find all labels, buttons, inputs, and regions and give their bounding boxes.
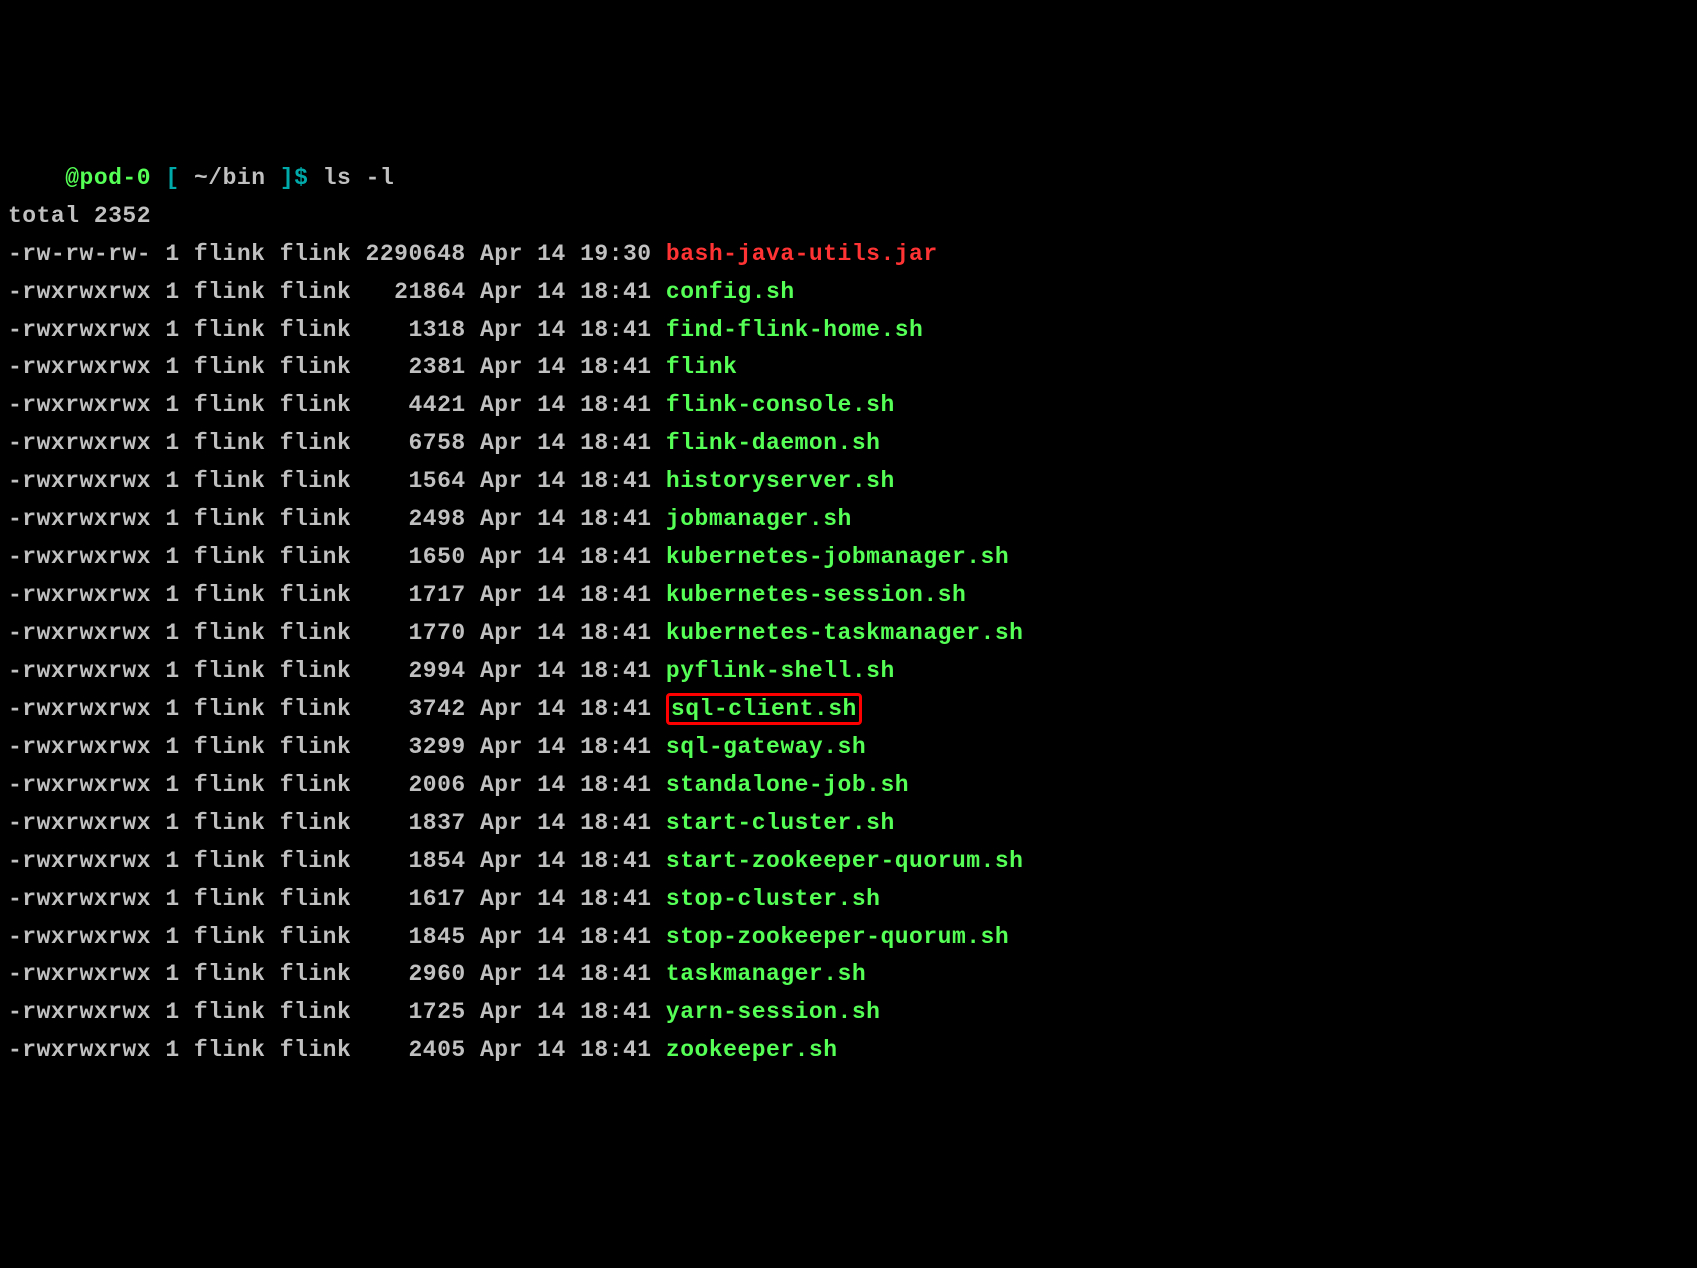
file-meta: -rwxrwxrwx 1 flink flink 3742 Apr 14 18:… [8,696,666,722]
file-meta: -rwxrwxrwx 1 flink flink 2006 Apr 14 18:… [8,772,666,798]
file-meta: -rwxrwxrwx 1 flink flink 4421 Apr 14 18:… [8,392,666,418]
file-row: -rwxrwxrwx 1 flink flink 2994 Apr 14 18:… [8,653,1689,691]
file-row: -rwxrwxrwx 1 flink flink 6758 Apr 14 18:… [8,425,1689,463]
file-row: -rw-rw-rw- 1 flink flink 2290648 Apr 14 … [8,236,1689,274]
file-row: -rwxrwxrwx 1 flink flink 2006 Apr 14 18:… [8,767,1689,805]
file-name: flink-console.sh [666,392,895,418]
file-name: standalone-job.sh [666,772,909,798]
file-name: start-cluster.sh [666,810,895,836]
file-meta: -rwxrwxrwx 1 flink flink 2381 Apr 14 18:… [8,354,666,380]
file-meta: -rwxrwxrwx 1 flink flink 1837 Apr 14 18:… [8,810,666,836]
file-meta: -rwxrwxrwx 1 flink flink 1564 Apr 14 18:… [8,468,666,494]
file-name: sql-gateway.sh [666,734,866,760]
file-name: zookeeper.sh [666,1037,838,1063]
file-name: kubernetes-session.sh [666,582,966,608]
file-row: -rwxrwxrwx 1 flink flink 2960 Apr 14 18:… [8,956,1689,994]
file-row: -rwxrwxrwx 1 flink flink 1845 Apr 14 18:… [8,919,1689,957]
file-meta: -rwxrwxrwx 1 flink flink 3299 Apr 14 18:… [8,734,666,760]
file-row: -rwxrwxrwx 1 flink flink 1318 Apr 14 18:… [8,312,1689,350]
file-row: -rwxrwxrwx 1 flink flink 1617 Apr 14 18:… [8,881,1689,919]
file-row: -rwxrwxrwx 1 flink flink 1717 Apr 14 18:… [8,577,1689,615]
file-meta: -rw-rw-rw- 1 flink flink 2290648 Apr 14 … [8,241,666,267]
file-meta: -rwxrwxrwx 1 flink flink 1845 Apr 14 18:… [8,924,666,950]
prompt-command: ls -l [323,165,395,191]
file-meta: -rwxrwxrwx 1 flink flink 2405 Apr 14 18:… [8,1037,666,1063]
file-row: -rwxrwxrwx 1 flink flink 1650 Apr 14 18:… [8,539,1689,577]
total-line: total 2352 [8,198,1689,236]
file-name: find-flink-home.sh [666,317,923,343]
file-meta: -rwxrwxrwx 1 flink flink 1617 Apr 14 18:… [8,886,666,912]
file-meta: -rwxrwxrwx 1 flink flink 2498 Apr 14 18:… [8,506,666,532]
prompt-open-bracket: [ [165,165,179,191]
file-name: flink [666,354,738,380]
file-name: yarn-session.sh [666,999,881,1025]
file-row: -rwxrwxrwx 1 flink flink 2381 Apr 14 18:… [8,349,1689,387]
prompt-path: ~/bin [194,165,266,191]
file-row: -rwxrwxrwx 1 flink flink 1837 Apr 14 18:… [8,805,1689,843]
file-row: -rwxrwxrwx 1 flink flink 1725 Apr 14 18:… [8,994,1689,1032]
file-meta: -rwxrwxrwx 1 flink flink 1318 Apr 14 18:… [8,317,666,343]
file-name: historyserver.sh [666,468,895,494]
file-name: kubernetes-taskmanager.sh [666,620,1024,646]
file-row: -rwxrwxrwx 1 flink flink 2405 Apr 14 18:… [8,1032,1689,1070]
file-meta: -rwxrwxrwx 1 flink flink 6758 Apr 14 18:… [8,430,666,456]
file-meta: -rwxrwxrwx 1 flink flink 1770 Apr 14 18:… [8,620,666,646]
file-row: -rwxrwxrwx 1 flink flink 4421 Apr 14 18:… [8,387,1689,425]
prompt-line[interactable]: @pod-0 [ ~/bin ]$ ls -l [8,160,1689,198]
file-meta: -rwxrwxrwx 1 flink flink 21864 Apr 14 18… [8,279,666,305]
terminal-output[interactable]: @pod-0 [ ~/bin ]$ ls -ltotal 2352-rw-rw-… [8,160,1689,1071]
file-meta: -rwxrwxrwx 1 flink flink 1650 Apr 14 18:… [8,544,666,570]
file-row: -rwxrwxrwx 1 flink flink 3742 Apr 14 18:… [8,691,1689,729]
file-name: stop-zookeeper-quorum.sh [666,924,1009,950]
file-meta: -rwxrwxrwx 1 flink flink 2960 Apr 14 18:… [8,961,666,987]
file-row: -rwxrwxrwx 1 flink flink 1770 Apr 14 18:… [8,615,1689,653]
file-name: jobmanager.sh [666,506,852,532]
prompt-close-bracket: ]$ [280,165,309,191]
file-name: bash-java-utils.jar [666,241,938,267]
file-name: sql-client.sh [666,693,862,725]
file-name: stop-cluster.sh [666,886,881,912]
file-row: -rwxrwxrwx 1 flink flink 1564 Apr 14 18:… [8,463,1689,501]
file-name: flink-daemon.sh [666,430,881,456]
file-name: kubernetes-jobmanager.sh [666,544,1009,570]
prompt-user: @pod-0 [65,165,151,191]
file-row: -rwxrwxrwx 1 flink flink 1854 Apr 14 18:… [8,843,1689,881]
file-row: -rwxrwxrwx 1 flink flink 21864 Apr 14 18… [8,274,1689,312]
file-meta: -rwxrwxrwx 1 flink flink 1725 Apr 14 18:… [8,999,666,1025]
file-row: -rwxrwxrwx 1 flink flink 3299 Apr 14 18:… [8,729,1689,767]
file-meta: -rwxrwxrwx 1 flink flink 1717 Apr 14 18:… [8,582,666,608]
file-name: start-zookeeper-quorum.sh [666,848,1024,874]
file-name: config.sh [666,279,795,305]
file-name: pyflink-shell.sh [666,658,895,684]
file-name: taskmanager.sh [666,961,866,987]
file-meta: -rwxrwxrwx 1 flink flink 1854 Apr 14 18:… [8,848,666,874]
file-meta: -rwxrwxrwx 1 flink flink 2994 Apr 14 18:… [8,658,666,684]
file-row: -rwxrwxrwx 1 flink flink 2498 Apr 14 18:… [8,501,1689,539]
